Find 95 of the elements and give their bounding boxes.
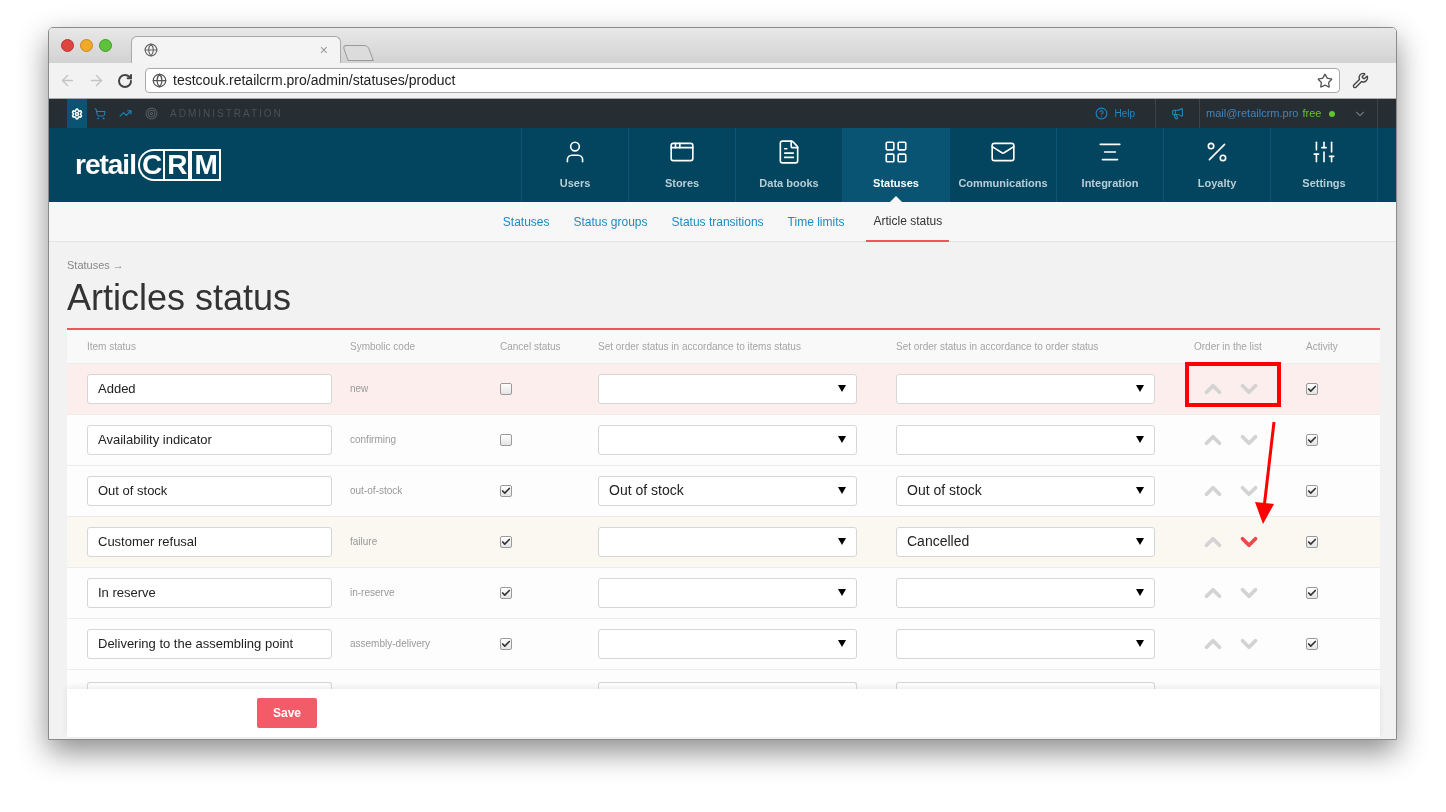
dropdown-arrow-icon: [1136, 538, 1144, 545]
dropdown-arrow-icon: [1136, 589, 1144, 596]
plan-label: free: [1302, 106, 1322, 122]
column-header: Order in the list: [1193, 339, 1263, 354]
nav-label: Integration: [1081, 175, 1139, 191]
subnav-tab[interactable]: Status transitions: [669, 202, 766, 242]
target-icon[interactable]: [145, 107, 158, 120]
account-email[interactable]: mail@retailcrm.pro: [1206, 105, 1299, 122]
column-header: Activity: [1306, 339, 1339, 354]
back-icon[interactable]: [59, 72, 76, 89]
column-header: Set order status in accordance to order status: [896, 339, 1100, 354]
dropdown-arrow-icon: [1136, 385, 1144, 392]
column-header: Cancel status: [500, 339, 562, 354]
cart-icon[interactable]: [94, 107, 106, 120]
select-field[interactable]: Out of stock: [598, 475, 857, 506]
nav-label: Users: [559, 175, 591, 191]
sliders-icon: [1311, 138, 1337, 165]
column-header: Set order status in accordance to items status: [598, 339, 802, 354]
settings-icon[interactable]: [1352, 72, 1369, 89]
checkbox[interactable]: [1306, 637, 1318, 650]
megaphone-icon[interactable]: [1171, 107, 1184, 120]
nav-label: Stores: [664, 175, 700, 191]
select-field[interactable]: [598, 424, 857, 455]
reload-icon[interactable]: [117, 72, 133, 89]
dropdown-arrow-icon: [838, 436, 846, 443]
select-field[interactable]: [896, 577, 1155, 608]
checkbox[interactable]: [500, 433, 512, 446]
bookmark-star-icon[interactable]: [1317, 72, 1333, 89]
nav-label: Statuses: [873, 175, 919, 191]
status-name-field[interactable]: Customer refusal: [87, 526, 332, 557]
dropdown-arrow-icon: [1136, 640, 1144, 647]
globe-icon: [144, 43, 158, 57]
nav-label: Settings: [1302, 175, 1346, 191]
forward-icon[interactable]: [88, 72, 105, 89]
subnav-tab[interactable]: Time limits: [785, 202, 847, 242]
dropdown-arrow-icon: [838, 640, 846, 647]
chart-icon[interactable]: [119, 107, 132, 120]
symbolic-code: in-reserve: [350, 586, 396, 600]
gear-icon: [71, 107, 83, 120]
nav-label: Communications: [958, 175, 1048, 191]
globe-icon: [152, 73, 167, 88]
close-window-button[interactable]: [61, 39, 74, 52]
select-field[interactable]: [598, 373, 857, 404]
checkbox[interactable]: [500, 535, 512, 548]
select-field[interactable]: Out of stock: [896, 475, 1155, 506]
symbolic-code: new: [350, 382, 370, 396]
dropdown-arrow-icon: [1136, 487, 1144, 494]
save-button[interactable]: Save: [257, 698, 317, 728]
select-field[interactable]: [598, 577, 857, 608]
checkbox[interactable]: [1306, 382, 1318, 395]
select-field[interactable]: [896, 373, 1155, 404]
nav-item[interactable]: Statuses: [843, 128, 950, 202]
select-field[interactable]: Cancelled: [896, 526, 1155, 557]
dropdown-arrow-icon: [838, 487, 846, 494]
settings-tab[interactable]: [67, 99, 87, 128]
checkbox[interactable]: [500, 637, 512, 650]
checkbox[interactable]: [500, 586, 512, 599]
grid-icon: [883, 138, 909, 165]
status-name-field[interactable]: Delivering to the assembling point: [87, 628, 332, 659]
status-name-field[interactable]: Out of stock: [87, 475, 332, 506]
subnav-tab[interactable]: Status groups: [571, 202, 650, 242]
symbolic-code: confirming: [350, 433, 398, 447]
status-name-field[interactable]: Added: [87, 373, 332, 404]
select-field[interactable]: [896, 424, 1155, 455]
minimize-window-button[interactable]: [80, 39, 93, 52]
checkbox[interactable]: [1306, 586, 1318, 599]
breadcrumb[interactable]: Statuses →: [67, 257, 1396, 274]
nav-label: Loyalty: [1197, 175, 1237, 191]
dropdown-arrow-icon: [838, 589, 846, 596]
status-name-field[interactable]: Availability indicator: [87, 424, 332, 455]
dropdown-arrow-icon: [838, 385, 846, 392]
checkbox[interactable]: [500, 484, 512, 497]
checkbox[interactable]: [1306, 433, 1318, 446]
zoom-window-button[interactable]: [99, 39, 112, 52]
checkbox[interactable]: [1306, 484, 1318, 497]
symbolic-code: failure: [350, 535, 379, 549]
status-name-field[interactable]: In reserve: [87, 577, 332, 608]
checkbox[interactable]: [500, 382, 512, 395]
help-icon: [1095, 107, 1109, 120]
new-tab-button[interactable]: [342, 45, 374, 61]
subnav-tab[interactable]: Statuses: [500, 202, 552, 242]
address-field[interactable]: testcouk.retailcrm.pro/admin/statuses/product: [145, 68, 1340, 93]
help-label: Help: [1114, 107, 1135, 121]
dropdown-arrow-icon: [838, 538, 846, 545]
select-field[interactable]: [896, 628, 1155, 659]
symbolic-code: out-of-stock: [350, 484, 404, 498]
dropdown-arrow-icon: [1136, 436, 1144, 443]
select-field[interactable]: [598, 628, 857, 659]
nav-label: Data books: [759, 175, 819, 191]
page-title: Articles status: [67, 275, 293, 320]
column-header: Symbolic code: [350, 339, 417, 354]
symbolic-code: assembly-delivery: [350, 637, 432, 651]
select-field[interactable]: [598, 526, 857, 557]
checkbox[interactable]: [1306, 535, 1318, 548]
column-header: Item status: [87, 339, 137, 354]
